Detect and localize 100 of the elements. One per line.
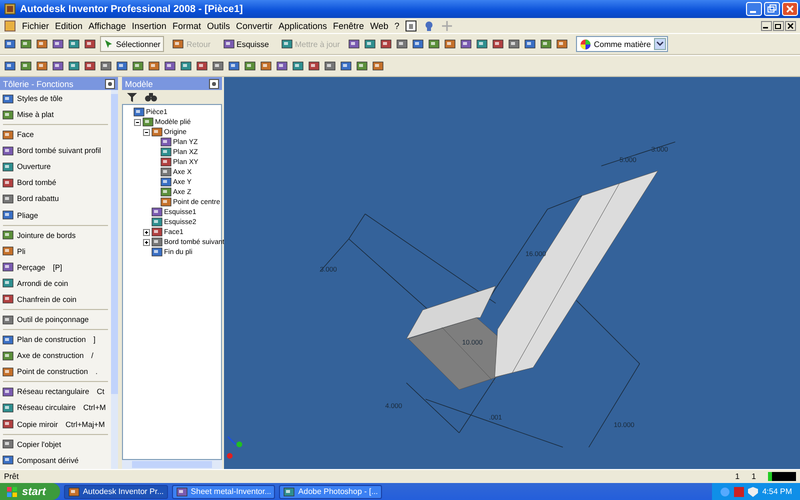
clock: 4:54 PM bbox=[762, 487, 792, 496]
tool-icon bbox=[2, 386, 14, 398]
tool-icon bbox=[2, 334, 14, 346]
menu-item[interactable]: Applications bbox=[278, 20, 328, 30]
style-dropdown[interactable]: Comme matière bbox=[576, 36, 668, 52]
tool-icon bbox=[2, 418, 14, 430]
tool-icon bbox=[172, 38, 184, 50]
tool-icon[interactable] bbox=[476, 38, 488, 50]
tool-icon[interactable] bbox=[52, 60, 64, 72]
expander-toggle[interactable] bbox=[143, 228, 150, 236]
select-button[interactable]: Sélectionner bbox=[100, 36, 164, 52]
tool-icon[interactable] bbox=[20, 60, 32, 72]
menu-item[interactable]: Fichier bbox=[22, 20, 50, 30]
help-icon[interactable] bbox=[405, 20, 418, 32]
tool-icon[interactable] bbox=[540, 38, 552, 50]
tool-icon[interactable] bbox=[4, 60, 16, 72]
tool-icon bbox=[176, 486, 188, 498]
help-icon[interactable] bbox=[105, 78, 115, 88]
taskbar-button[interactable]: Adobe Photoshop - [... bbox=[279, 484, 382, 498]
help-icon[interactable] bbox=[209, 78, 219, 88]
menu-item[interactable]: Format bbox=[172, 20, 201, 30]
expander-toggle[interactable] bbox=[143, 128, 150, 136]
tool-icon[interactable] bbox=[460, 38, 472, 50]
tool-icon bbox=[2, 144, 14, 157]
axis-triad-icon bbox=[226, 436, 242, 459]
tool-icon[interactable] bbox=[212, 60, 224, 72]
tool-icon[interactable] bbox=[444, 38, 456, 50]
scrollbar[interactable] bbox=[111, 90, 118, 469]
tool-icon[interactable] bbox=[556, 38, 568, 50]
tool-icon[interactable] bbox=[340, 60, 352, 72]
tool-icon[interactable] bbox=[196, 60, 208, 72]
tool-icon bbox=[2, 176, 14, 189]
toolbar-button[interactable]: Esquisse bbox=[218, 36, 273, 52]
tool-icon[interactable] bbox=[228, 60, 240, 72]
tool-icon bbox=[2, 350, 14, 362]
person-icon[interactable] bbox=[423, 20, 436, 32]
tool-icon bbox=[151, 246, 163, 258]
tool-icon[interactable] bbox=[180, 60, 192, 72]
tool-icon[interactable] bbox=[84, 60, 96, 72]
filter-icon[interactable] bbox=[127, 92, 137, 102]
tool-icon[interactable] bbox=[132, 60, 144, 72]
menu-item[interactable]: Insertion bbox=[132, 20, 166, 30]
tool-icon[interactable] bbox=[164, 60, 176, 72]
tool-icon[interactable] bbox=[428, 38, 440, 50]
start-button[interactable]: start bbox=[0, 483, 60, 500]
tool-icon bbox=[151, 236, 163, 248]
tool-icon bbox=[2, 245, 14, 258]
tool-icon[interactable] bbox=[20, 38, 32, 50]
menu-item[interactable]: Affichage bbox=[88, 20, 126, 30]
tool-icon[interactable] bbox=[244, 60, 256, 72]
close-icon[interactable] bbox=[785, 20, 796, 30]
dropdown-value: Comme matière bbox=[594, 40, 651, 48]
scrollbar[interactable] bbox=[122, 460, 222, 469]
tool-icon[interactable] bbox=[116, 60, 128, 72]
tool-icon[interactable] bbox=[148, 60, 160, 72]
restore-icon[interactable] bbox=[773, 20, 784, 30]
document-icon bbox=[4, 20, 16, 32]
tool-icon[interactable] bbox=[364, 38, 376, 50]
tool-icon[interactable] bbox=[380, 38, 392, 50]
tool-icon[interactable] bbox=[396, 38, 408, 50]
tool-icon[interactable] bbox=[508, 38, 520, 50]
tool-icon[interactable] bbox=[372, 60, 384, 72]
menu-item[interactable]: Web bbox=[370, 20, 388, 30]
minimize-icon[interactable] bbox=[761, 20, 772, 30]
tool-icon[interactable] bbox=[276, 60, 288, 72]
tool-icon[interactable] bbox=[356, 60, 368, 72]
tool-icon[interactable] bbox=[260, 60, 272, 72]
tool-icon[interactable] bbox=[52, 38, 64, 50]
tool-icon bbox=[151, 226, 163, 238]
tool-icon[interactable] bbox=[68, 60, 80, 72]
menu-item[interactable]: ? bbox=[394, 20, 400, 30]
tool-icon bbox=[2, 314, 14, 326]
tool-icon[interactable] bbox=[84, 38, 96, 50]
tool-icon bbox=[2, 92, 14, 104]
menu-item[interactable]: Fenêtre bbox=[333, 20, 364, 30]
binoculars-icon[interactable] bbox=[145, 92, 157, 102]
tool-icon[interactable] bbox=[292, 60, 304, 72]
tool-icon[interactable] bbox=[36, 38, 48, 50]
menu-item[interactable]: Edition bbox=[55, 20, 83, 30]
tool-icon[interactable] bbox=[68, 38, 80, 50]
tool-icon[interactable] bbox=[348, 38, 360, 50]
tool-icon[interactable] bbox=[4, 38, 16, 50]
expander-toggle[interactable] bbox=[143, 238, 150, 246]
tool-icon[interactable] bbox=[324, 60, 336, 72]
tool-icon[interactable] bbox=[100, 60, 112, 72]
menu-item[interactable]: Convertir bbox=[236, 20, 272, 30]
taskbar-button[interactable]: Autodesk Inventor Pr... bbox=[64, 484, 168, 498]
menu-item[interactable]: Outils bbox=[206, 20, 230, 30]
shield-icon[interactable] bbox=[748, 486, 758, 496]
status-field: 1 bbox=[752, 472, 756, 481]
expander-toggle[interactable] bbox=[134, 118, 141, 126]
tool-icon[interactable] bbox=[412, 38, 424, 50]
tool-icon[interactable] bbox=[36, 60, 48, 72]
tool-icon[interactable] bbox=[524, 38, 536, 50]
taskbar-button[interactable]: Sheet metal-Inventor... bbox=[172, 484, 276, 498]
window-title: Autodesk Inventor Professional 2008 - [Pièce1] bbox=[20, 4, 243, 14]
tool-icon[interactable] bbox=[492, 38, 504, 50]
tool-icon[interactable] bbox=[308, 60, 320, 72]
tool-icon bbox=[2, 402, 14, 414]
cursor-icon bbox=[104, 39, 114, 49]
